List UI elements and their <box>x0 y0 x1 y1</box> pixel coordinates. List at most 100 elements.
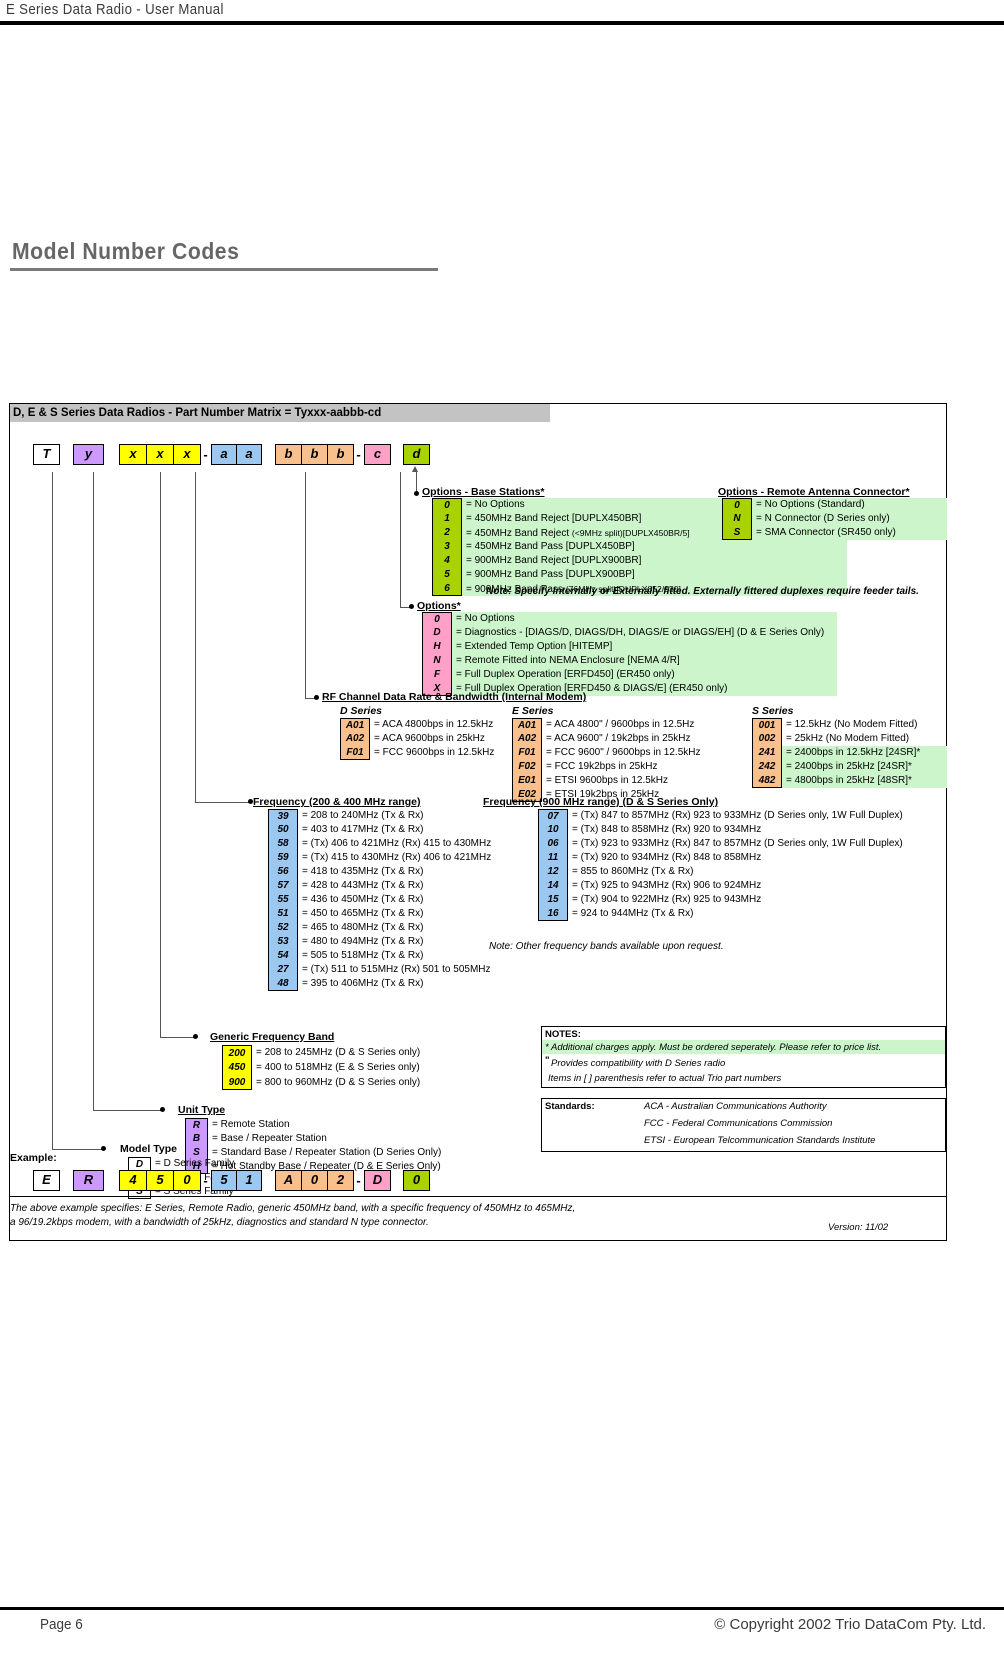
table-row[interactable]: 54 = 505 to 518MHz (Tx & Rx) <box>268 949 491 963</box>
table-row[interactable]: 3 = 450MHz Band Pass [DUPLX450BP] <box>432 540 690 554</box>
table-row[interactable]: F02 = FCC 19k2bps in 25kHz <box>512 760 700 774</box>
freq-desc: = 395 to 406MHz (Tx & Rx) <box>302 978 424 989</box>
rate-code: 482 <box>752 774 782 788</box>
table-row[interactable]: 0 = No Options <box>432 498 690 512</box>
table-row[interactable]: 001 = 12.5kHz (No Modem Fitted) <box>752 718 920 732</box>
table-row[interactable]: 58 = (Tx) 406 to 421MHz (Rx) 415 to 430MH… <box>268 837 491 851</box>
table-row[interactable]: N = N Connector (D Series only) <box>722 512 896 526</box>
code-box-x2[interactable]: x <box>146 444 174 465</box>
table-row[interactable]: 48 = 395 to 406MHz (Tx & Rx) <box>268 977 491 991</box>
example-box-A[interactable]: A <box>275 1170 302 1191</box>
freq-code: 11 <box>538 851 568 865</box>
rate-desc: = 2400bps in 12.5kHz [24SR]* <box>786 747 921 758</box>
table-row[interactable]: 450 = 400 to 518MHz (E & S Series only) <box>222 1060 420 1075</box>
example-box-D[interactable]: D <box>364 1170 391 1191</box>
table-row[interactable]: 1 = 450MHz Band Reject [DUPLX450BR] <box>432 512 690 526</box>
rate-code: 001 <box>752 718 782 732</box>
code-box-b1[interactable]: b <box>275 444 302 465</box>
option-code: 6 <box>432 582 462 596</box>
example-box-1[interactable]: 1 <box>236 1170 262 1191</box>
example-box-E[interactable]: E <box>33 1170 60 1191</box>
option-desc: = N Connector (D Series only) <box>756 513 890 524</box>
band-desc: = 400 to 518MHz (E & S Series only) <box>256 1062 420 1073</box>
code-box-c[interactable]: c <box>364 444 391 465</box>
table-row[interactable]: S = SMA Connector (SR450 only) <box>722 526 896 540</box>
table-row[interactable]: 39 = 208 to 240MHz (Tx & Rx) <box>268 809 491 823</box>
rate-desc: = 25kHz (No Modem Fitted) <box>786 733 910 744</box>
table-row[interactable]: 5 = 900MHz Band Pass [DUPLX900BP] <box>432 568 690 582</box>
table-row[interactable]: 59 = (Tx) 415 to 430MHz (Rx) 406 to 421MH… <box>268 851 491 865</box>
table-row[interactable]: 53 = 480 to 494MHz (Tx & Rx) <box>268 935 491 949</box>
table-row[interactable]: 11 = (Tx) 920 to 934MHz (Rx) 848 to 858MH… <box>538 851 903 865</box>
rate-desc: = 12.5kHz (No Modem Fitted) <box>786 719 918 730</box>
table-row[interactable]: 07 = (Tx) 847 to 857MHz (Rx) 923 to 933MH… <box>538 809 903 823</box>
table-row[interactable]: A01 = ACA 4800bps in 12.5kHz <box>340 718 494 732</box>
table-row[interactable]: F01 = FCC 9600" / 9600bps in 12.5kHz <box>512 746 700 760</box>
table-row[interactable]: 482 = 4800bps in 25kHz [48SR]* <box>752 774 920 788</box>
table-row[interactable]: F = Full Duplex Operation [ERFD450] (ER45… <box>422 668 824 682</box>
table-row[interactable]: 002 = 25kHz (No Modem Fitted) <box>752 732 920 746</box>
freq-code: 12 <box>538 865 568 879</box>
rate-desc: = ACA 4800bps in 12.5kHz <box>374 719 494 730</box>
code-box-d[interactable]: d <box>403 444 430 465</box>
table-row[interactable]: 0 = No Options <box>422 612 824 626</box>
code-box-a2[interactable]: a <box>236 444 262 465</box>
code-box-y[interactable]: y <box>73 444 104 465</box>
example-label: Example: <box>10 1152 57 1164</box>
table-row[interactable]: 27 = (Tx) 511 to 515MHz (Rx) 501 to 505MH… <box>268 963 491 977</box>
table-row[interactable]: 900 = 800 to 960MHz (D & S Series only) <box>222 1075 420 1090</box>
table-row[interactable]: 2 = 450MHz Band Reject (<9MHz split)[DUPL… <box>432 526 690 540</box>
table-row[interactable]: N = Remote Fitted into NEMA Enclosure [NE… <box>422 654 824 668</box>
example-box-2[interactable]: 2 <box>327 1170 354 1191</box>
band-desc: = 208 to 245MHz (D & S Series only) <box>256 1047 421 1058</box>
example-box-5[interactable]: 5 <box>146 1170 174 1191</box>
code-box-x1[interactable]: x <box>119 444 147 465</box>
table-row[interactable]: 06 = (Tx) 923 to 933MHz (Rx) 847 to 857MH… <box>538 837 903 851</box>
code-box-T[interactable]: T <box>33 444 60 465</box>
table-row[interactable]: H = Extended Temp Option [HITEMP] <box>422 640 824 654</box>
table-row[interactable]: D = D Series Family <box>128 1157 234 1171</box>
table-row[interactable]: D = Diagnostics - [DIAGS/D, DIAGS/DH, DIA… <box>422 626 824 640</box>
table-row[interactable]: 10 = (Tx) 848 to 858MHz (Rx) 920 to 934MH… <box>538 823 903 837</box>
table-row[interactable]: 56 = 418 to 435MHz (Tx & Rx) <box>268 865 491 879</box>
example-box-0b[interactable]: 0 <box>301 1170 328 1191</box>
table-row[interactable]: 52 = 465 to 480MHz (Tx & Rx) <box>268 921 491 935</box>
table-row[interactable]: A02 = ACA 9600bps in 25kHz <box>340 732 494 746</box>
table-row[interactable]: 4 = 900MHz Band Reject [DUPLX900BR] <box>432 554 690 568</box>
table-row[interactable]: 51 = 450 to 465MHz (Tx & Rx) <box>268 907 491 921</box>
code-box-x3[interactable]: x <box>173 444 201 465</box>
table-row[interactable]: 55 = 436 to 450MHz (Tx & Rx) <box>268 893 491 907</box>
table-row[interactable]: 0 = No Options (Standard) <box>722 498 896 512</box>
table-row[interactable]: 200 = 208 to 245MHz (D & S Series only) <box>222 1045 420 1060</box>
freq-code: 10 <box>538 823 568 837</box>
table-row[interactable]: E01 = ETSI 9600bps in 12.5kHz <box>512 774 700 788</box>
table-row[interactable]: 16 = 924 to 944MHz (Tx & Rx) <box>538 907 903 921</box>
table-row[interactable]: 12 = 855 to 860MHz (Tx & Rx) <box>538 865 903 879</box>
table-row[interactable]: 50 = 403 to 417MHz (Tx & Rx) <box>268 823 491 837</box>
code-box-b2[interactable]: b <box>301 444 328 465</box>
freq-desc: = 428 to 443MHz (Tx & Rx) <box>302 880 424 891</box>
table-row[interactable]: 242 = 2400bps in 25kHz [24SR]* <box>752 760 920 774</box>
code-box-a1[interactable]: a <box>211 444 237 465</box>
table-row[interactable]: 15 = (Tx) 904 to 922MHz (Rx) 925 to 943MH… <box>538 893 903 907</box>
table-row[interactable]: B = Base / Repeater Station <box>185 1132 441 1146</box>
option-code: S <box>722 526 752 540</box>
example-box-0[interactable]: 0 <box>173 1170 201 1191</box>
table-row[interactable]: 57 = 428 to 443MHz (Tx & Rx) <box>268 879 491 893</box>
code-box-b3[interactable]: b <box>327 444 354 465</box>
table-row[interactable]: A02 = ACA 9600" / 19k2bps in 25kHz <box>512 732 700 746</box>
option-code: D <box>422 626 452 640</box>
rf-s-series-table: 001 = 12.5kHz (No Modem Fitted) 002 = 25kH… <box>752 718 920 788</box>
table-row[interactable]: 241 = 2400bps in 12.5kHz [24SR]* <box>752 746 920 760</box>
example-box-4[interactable]: 4 <box>119 1170 147 1191</box>
table-row[interactable]: A01 = ACA 4800" / 9600bps in 12.5Hz <box>512 718 700 732</box>
example-box-R[interactable]: R <box>73 1170 104 1191</box>
option-desc: = SMA Connector (SR450 only) <box>756 527 896 538</box>
example-box-0c[interactable]: 0 <box>403 1170 430 1191</box>
example-box-5b[interactable]: 5 <box>211 1170 237 1191</box>
table-row[interactable]: 14 = (Tx) 925 to 943MHz (Rx) 906 to 924MH… <box>538 879 903 893</box>
standards-line-3: ETSI - European Telcommunication Standar… <box>644 1135 876 1146</box>
leader-d-arrow <box>412 466 418 472</box>
table-row[interactable]: F01 = FCC 9600bps in 12.5kHz <box>340 746 494 760</box>
table-row[interactable]: R = Remote Station <box>185 1118 441 1132</box>
